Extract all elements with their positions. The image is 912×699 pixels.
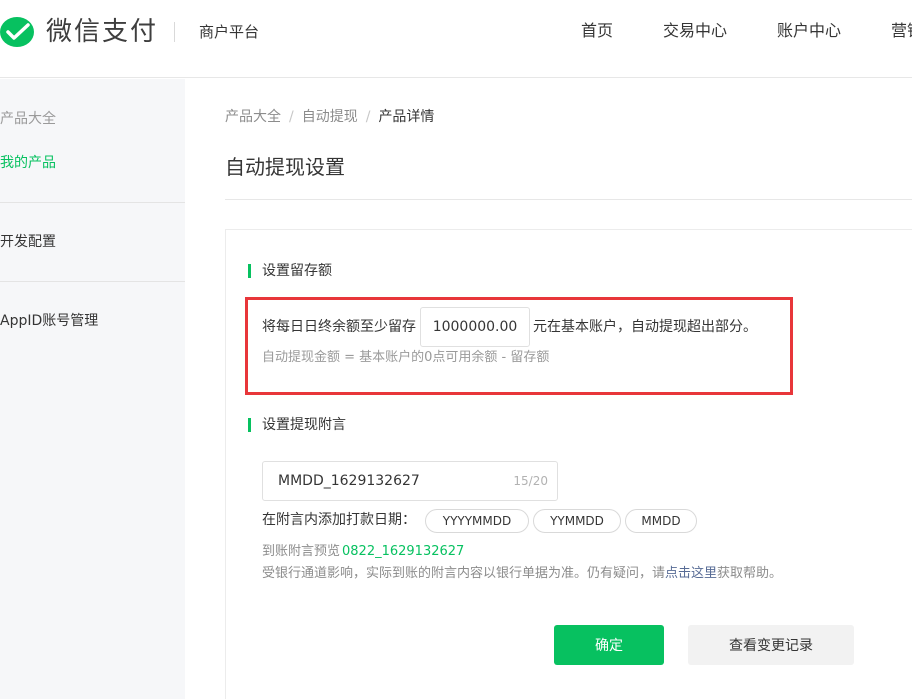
reserve-suffix: 元在基本账户，自动提现超出部分。 bbox=[533, 319, 757, 335]
help-text-prefix: 受银行通道影响，实际到账的附言内容以银行单据为准。仍有疑问，请 bbox=[262, 566, 666, 581]
date-option-yymmdd[interactable]: YYMMDD bbox=[533, 509, 621, 533]
platform-name: 商户平台 bbox=[199, 23, 260, 41]
nav-item-marketing[interactable]: 营销 bbox=[891, 19, 912, 43]
breadcrumb-current: 产品详情 bbox=[378, 109, 435, 125]
section-title-memo: 设置提现附言 bbox=[248, 416, 346, 434]
sidebar-item-my-products[interactable]: 我的产品 bbox=[0, 153, 56, 173]
reserve-prefix: 将每日日终余额至少留存 bbox=[262, 319, 416, 335]
memo-preview: 到账附言预览 0822_1629132627 bbox=[262, 543, 464, 561]
memo-input-wrapper: 15/20 bbox=[262, 461, 558, 501]
page-title: 自动提现设置 bbox=[225, 155, 345, 179]
memo-preview-value: 0822_1629132627 bbox=[342, 544, 465, 559]
help-text-suffix: 获取帮助。 bbox=[717, 566, 783, 581]
wechat-pay-logo-icon[interactable] bbox=[0, 14, 38, 52]
sidebar-item-dev-config[interactable]: 开发配置 bbox=[0, 232, 56, 252]
sidebar-divider bbox=[0, 202, 185, 203]
breadcrumb: 产品大全 / 自动提现 / 产品详情 bbox=[225, 108, 434, 126]
view-history-button[interactable]: 查看变更记录 bbox=[688, 625, 854, 665]
memo-input[interactable] bbox=[263, 462, 513, 500]
section-title-reserve: 设置留存额 bbox=[248, 262, 332, 280]
breadcrumb-separator: / bbox=[289, 109, 294, 125]
breadcrumb-item[interactable]: 产品大全 bbox=[225, 109, 281, 125]
date-option-mmdd[interactable]: MMDD bbox=[625, 509, 697, 533]
date-option-yyyymmdd[interactable]: YYYYMMDD bbox=[425, 509, 529, 533]
top-header: 微信支付 商户平台 首页 交易中心 账户中心 营销 bbox=[0, 0, 912, 78]
sidebar: 产品大全 我的产品 开发配置 AppID账号管理 bbox=[0, 79, 185, 699]
header-divider bbox=[174, 22, 175, 42]
help-link[interactable]: 点击这里 bbox=[665, 566, 717, 581]
reserve-formula: 自动提现金额 = 基本账户的0点可用余额 - 留存额 bbox=[262, 350, 550, 365]
nav-item-account-center[interactable]: 账户中心 bbox=[777, 19, 841, 43]
memo-char-count: 15/20 bbox=[513, 474, 548, 488]
sidebar-item-appid-management[interactable]: AppID账号管理 bbox=[0, 311, 98, 331]
nav-item-trade-center[interactable]: 交易中心 bbox=[663, 19, 727, 43]
sidebar-item-product-catalog[interactable]: 产品大全 bbox=[0, 109, 56, 129]
breadcrumb-item[interactable]: 自动提现 bbox=[302, 109, 358, 125]
memo-preview-label: 到账附言预览 bbox=[262, 544, 341, 559]
nav-item-home[interactable]: 首页 bbox=[581, 19, 613, 43]
brand-name: 微信支付 bbox=[46, 17, 159, 47]
help-text: 受银行通道影响，实际到账的附言内容以银行单据为准。仍有疑问，请点击这里获取帮助。 bbox=[262, 565, 782, 583]
date-options-label: 在附言内添加打款日期： bbox=[262, 512, 416, 528]
title-divider bbox=[225, 199, 912, 200]
confirm-button[interactable]: 确定 bbox=[554, 625, 664, 665]
breadcrumb-separator: / bbox=[365, 109, 371, 125]
reserve-amount-input[interactable] bbox=[420, 307, 530, 347]
sidebar-divider bbox=[0, 281, 185, 282]
